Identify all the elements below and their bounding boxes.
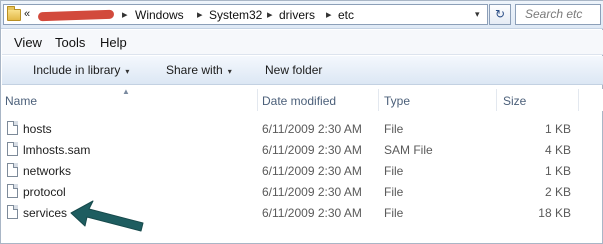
include-in-library-label: Include in library	[33, 63, 121, 77]
new-folder-button[interactable]: New folder	[265, 63, 322, 77]
breadcrumb-etc[interactable]: etc	[338, 8, 354, 22]
share-with-button[interactable]: Share with ▾	[166, 63, 232, 77]
sort-ascending-icon: ▲	[122, 87, 130, 96]
file-name: networks	[23, 164, 72, 178]
file-date: 6/11/2009 2:30 AM	[262, 164, 362, 178]
chevron-down-icon: ▾	[125, 67, 130, 76]
file-size: 1 KB	[544, 164, 571, 178]
column-type[interactable]: Type	[384, 94, 410, 108]
menu-view[interactable]: View	[14, 35, 42, 50]
file-type: File	[384, 185, 404, 199]
column-divider[interactable]	[578, 89, 579, 111]
folder-icon	[7, 6, 21, 21]
file-name: protocol	[23, 185, 66, 199]
column-name[interactable]: Name	[5, 94, 37, 108]
breadcrumb-separator[interactable]: ▸	[267, 8, 273, 21]
file-name: lmhosts.sam	[23, 143, 91, 157]
redacted-crumb	[37, 9, 115, 22]
column-size[interactable]: Size	[503, 94, 526, 108]
column-date-modified[interactable]: Date modified	[262, 94, 336, 108]
address-bar[interactable]: « ▸ Windows ▸ System32 ▸ drivers ▸ etc ▾	[3, 4, 488, 25]
file-name: hosts	[23, 122, 52, 136]
breadcrumb-overflow[interactable]: «	[24, 8, 30, 20]
breadcrumb-windows[interactable]: Windows	[135, 8, 184, 22]
breadcrumb-separator[interactable]: ▸	[197, 8, 203, 21]
breadcrumb-system32[interactable]: System32	[209, 8, 262, 22]
file-date: 6/11/2009 2:30 AM	[262, 185, 362, 199]
menu-help[interactable]: Help	[100, 35, 127, 50]
file-icon	[7, 163, 18, 177]
file-row-lmhosts[interactable]: lmhosts.sam 6/11/2009 2:30 AM SAM File 4…	[2, 139, 603, 160]
include-in-library-button[interactable]: Include in library ▾	[33, 63, 129, 77]
arrow-annotation-icon	[70, 200, 144, 232]
menu-bar: View Tools Help	[2, 30, 603, 55]
file-type: File	[384, 164, 404, 178]
file-date: 6/11/2009 2:30 AM	[262, 122, 362, 136]
command-bar: Include in library ▾ Share with ▾ New fold…	[2, 56, 603, 85]
file-date: 6/11/2009 2:30 AM	[262, 143, 362, 157]
column-divider[interactable]	[257, 89, 258, 111]
file-date: 6/11/2009 2:30 AM	[262, 206, 362, 220]
file-type: File	[384, 122, 404, 136]
file-size: 2 KB	[544, 185, 571, 199]
file-type: SAM File	[384, 143, 433, 157]
share-with-label: Share with	[166, 63, 223, 77]
file-type: File	[384, 206, 404, 220]
breadcrumb-drivers[interactable]: drivers	[279, 8, 315, 22]
file-icon	[7, 205, 18, 219]
menu-tools[interactable]: Tools	[55, 35, 85, 50]
file-size: 4 KB	[544, 143, 571, 157]
explorer-window: « ▸ Windows ▸ System32 ▸ drivers ▸ etc ▾…	[0, 0, 603, 244]
column-headers: ▲ Name Date modified Type Size	[2, 87, 603, 111]
search-placeholder: Search etc	[525, 7, 583, 21]
file-icon	[7, 142, 18, 156]
breadcrumb-separator[interactable]: ▸	[326, 8, 332, 21]
search-input[interactable]: Search etc	[515, 4, 601, 25]
address-dropdown-icon[interactable]: ▾	[475, 9, 480, 20]
file-row-networks[interactable]: networks 6/11/2009 2:30 AM File 1 KB	[2, 160, 603, 181]
file-size: 1 KB	[544, 122, 571, 136]
file-size: 18 KB	[538, 206, 571, 220]
file-name: services	[23, 206, 68, 220]
chevron-down-icon: ▾	[227, 67, 232, 76]
file-row-hosts[interactable]: hosts 6/11/2009 2:30 AM File 1 KB	[2, 118, 603, 139]
column-divider[interactable]	[496, 89, 497, 111]
address-toolbar: « ▸ Windows ▸ System32 ▸ drivers ▸ etc ▾…	[1, 1, 603, 29]
breadcrumb-separator[interactable]: ▸	[122, 8, 128, 21]
column-divider[interactable]	[378, 89, 379, 111]
file-icon	[7, 121, 18, 135]
file-icon	[7, 184, 18, 198]
refresh-icon[interactable]: ↻	[489, 4, 511, 25]
